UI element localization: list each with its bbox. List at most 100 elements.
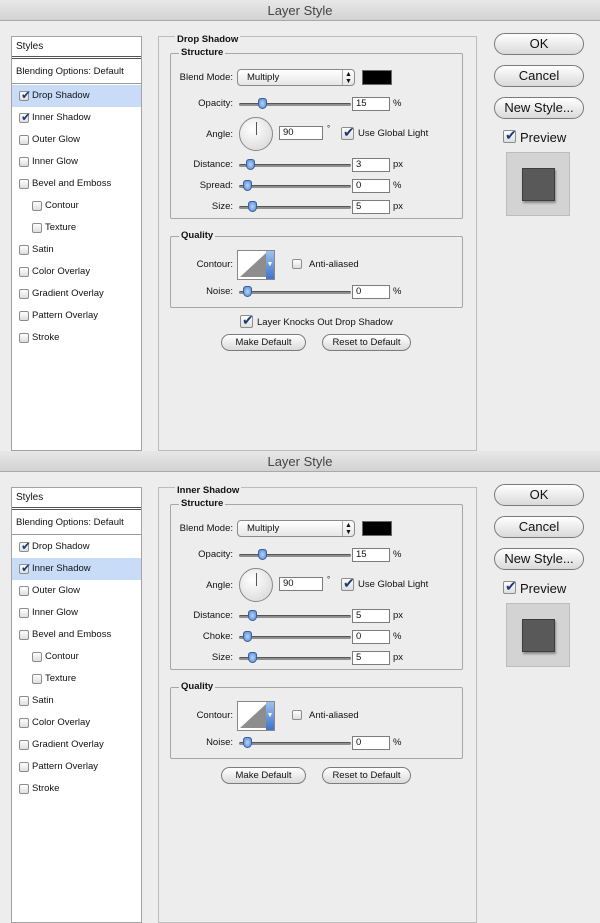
style-checkbox[interactable] (19, 586, 29, 596)
make-default-button[interactable]: Make Default (221, 767, 306, 784)
distance-slider-knob[interactable] (246, 159, 255, 170)
style-item-color-overlay[interactable]: Color Overlay (12, 712, 141, 734)
size-slider-knob[interactable] (248, 652, 257, 663)
style-checkbox[interactable] (19, 333, 29, 343)
contour-picker[interactable]: ▼ (237, 250, 275, 280)
style-item-satin[interactable]: Satin (12, 239, 141, 261)
opacity-slider-knob[interactable] (258, 549, 267, 560)
style-checkbox[interactable] (19, 718, 29, 728)
style-checkbox[interactable] (19, 245, 29, 255)
size-slider[interactable] (239, 201, 351, 212)
noise-slider[interactable] (239, 286, 351, 297)
style-checkbox[interactable] (32, 652, 42, 662)
blend-mode-select[interactable]: Multiply ▲ ▼ (237, 69, 355, 86)
preview-checkbox[interactable]: ✔ (503, 128, 517, 143)
style-item-contour[interactable]: Contour (12, 195, 141, 217)
spread-slider[interactable] (239, 180, 351, 191)
styles-header[interactable]: Styles (12, 37, 141, 59)
new-style-button[interactable]: New Style... (494, 548, 584, 570)
angle-dial[interactable] (239, 117, 273, 151)
style-checkbox[interactable] (32, 201, 42, 211)
spread-field[interactable]: 0 (352, 179, 390, 193)
style-item-texture[interactable]: Texture (12, 217, 141, 239)
style-item-drop-shadow[interactable]: ✔ Drop Shadow (12, 85, 141, 107)
noise-slider-knob[interactable] (243, 286, 252, 297)
distance-field[interactable]: 5 (352, 609, 390, 623)
style-checkbox[interactable] (19, 267, 29, 277)
angle-field[interactable]: 90 (279, 126, 323, 140)
ok-button[interactable]: OK (494, 33, 584, 55)
angle-field[interactable]: 90 (279, 577, 323, 591)
noise-slider[interactable] (239, 737, 351, 748)
opacity-field[interactable]: 15 (352, 97, 390, 111)
reset-to-default-button[interactable]: Reset to Default (322, 767, 411, 784)
anti-aliased-checkbox[interactable] (292, 259, 302, 269)
style-item-pattern-overlay[interactable]: Pattern Overlay (12, 756, 141, 778)
style-item-bevel-and-emboss[interactable]: Bevel and Emboss (12, 173, 141, 195)
style-checkbox[interactable] (32, 674, 42, 684)
distance-slider-knob[interactable] (248, 610, 257, 621)
knocks-out-checkbox[interactable]: ✔ (240, 313, 254, 328)
cancel-button[interactable]: Cancel (494, 516, 584, 538)
style-checkbox[interactable] (19, 179, 29, 189)
style-checkbox[interactable] (19, 630, 29, 640)
style-checkbox[interactable] (19, 289, 29, 299)
choke-slider-knob[interactable] (243, 631, 252, 642)
style-item-stroke[interactable]: Stroke (12, 778, 141, 800)
new-style-button[interactable]: New Style... (494, 97, 584, 119)
style-checkbox[interactable]: ✔ (19, 88, 31, 102)
noise-field[interactable]: 0 (352, 736, 390, 750)
reset-to-default-button[interactable]: Reset to Default (322, 334, 411, 351)
style-checkbox[interactable] (19, 740, 29, 750)
shadow-color-swatch[interactable] (362, 521, 392, 536)
style-checkbox[interactable] (19, 157, 29, 167)
style-checkbox[interactable]: ✔ (19, 539, 31, 553)
angle-dial[interactable] (239, 568, 273, 602)
style-item-gradient-overlay[interactable]: Gradient Overlay (12, 283, 141, 305)
styles-header[interactable]: Styles (12, 488, 141, 510)
size-slider-knob[interactable] (248, 201, 257, 212)
style-checkbox[interactable] (19, 311, 29, 321)
shadow-color-swatch[interactable] (362, 70, 392, 85)
style-item-color-overlay[interactable]: Color Overlay (12, 261, 141, 283)
blending-options-item[interactable]: Blending Options: Default (12, 512, 141, 535)
distance-slider[interactable] (239, 159, 351, 170)
chevron-down-icon[interactable]: ▼ (266, 702, 274, 730)
size-field[interactable]: 5 (352, 200, 390, 214)
noise-field[interactable]: 0 (352, 285, 390, 299)
style-item-pattern-overlay[interactable]: Pattern Overlay (12, 305, 141, 327)
style-item-gradient-overlay[interactable]: Gradient Overlay (12, 734, 141, 756)
use-global-light-checkbox[interactable]: ✔ (341, 576, 355, 591)
preview-checkbox[interactable]: ✔ (503, 579, 517, 594)
style-checkbox[interactable] (19, 762, 29, 772)
distance-slider[interactable] (239, 610, 351, 621)
style-item-outer-glow[interactable]: Outer Glow (12, 129, 141, 151)
style-item-inner-shadow[interactable]: ✔ Inner Shadow (12, 107, 141, 129)
anti-aliased-checkbox[interactable] (292, 710, 302, 720)
style-checkbox[interactable] (32, 223, 42, 233)
style-item-inner-glow[interactable]: Inner Glow (12, 602, 141, 624)
cancel-button[interactable]: Cancel (494, 65, 584, 87)
opacity-field[interactable]: 15 (352, 548, 390, 562)
style-checkbox[interactable]: ✔ (19, 110, 31, 124)
style-checkbox[interactable] (19, 696, 29, 706)
opacity-slider[interactable] (239, 98, 351, 109)
distance-field[interactable]: 3 (352, 158, 390, 172)
style-item-inner-shadow[interactable]: ✔ Inner Shadow (12, 558, 141, 580)
contour-picker[interactable]: ▼ (237, 701, 275, 731)
make-default-button[interactable]: Make Default (221, 334, 306, 351)
style-checkbox[interactable] (19, 135, 29, 145)
blending-options-item[interactable]: Blending Options: Default (12, 61, 141, 84)
opacity-slider[interactable] (239, 549, 351, 560)
style-item-inner-glow[interactable]: Inner Glow (12, 151, 141, 173)
style-item-drop-shadow[interactable]: ✔ Drop Shadow (12, 536, 141, 558)
ok-button[interactable]: OK (494, 484, 584, 506)
style-item-contour[interactable]: Contour (12, 646, 141, 668)
noise-slider-knob[interactable] (243, 737, 252, 748)
style-checkbox[interactable] (19, 608, 29, 618)
size-slider[interactable] (239, 652, 351, 663)
style-checkbox[interactable] (19, 784, 29, 794)
style-item-stroke[interactable]: Stroke (12, 327, 141, 349)
style-checkbox[interactable]: ✔ (19, 561, 31, 575)
use-global-light-checkbox[interactable]: ✔ (341, 125, 355, 140)
